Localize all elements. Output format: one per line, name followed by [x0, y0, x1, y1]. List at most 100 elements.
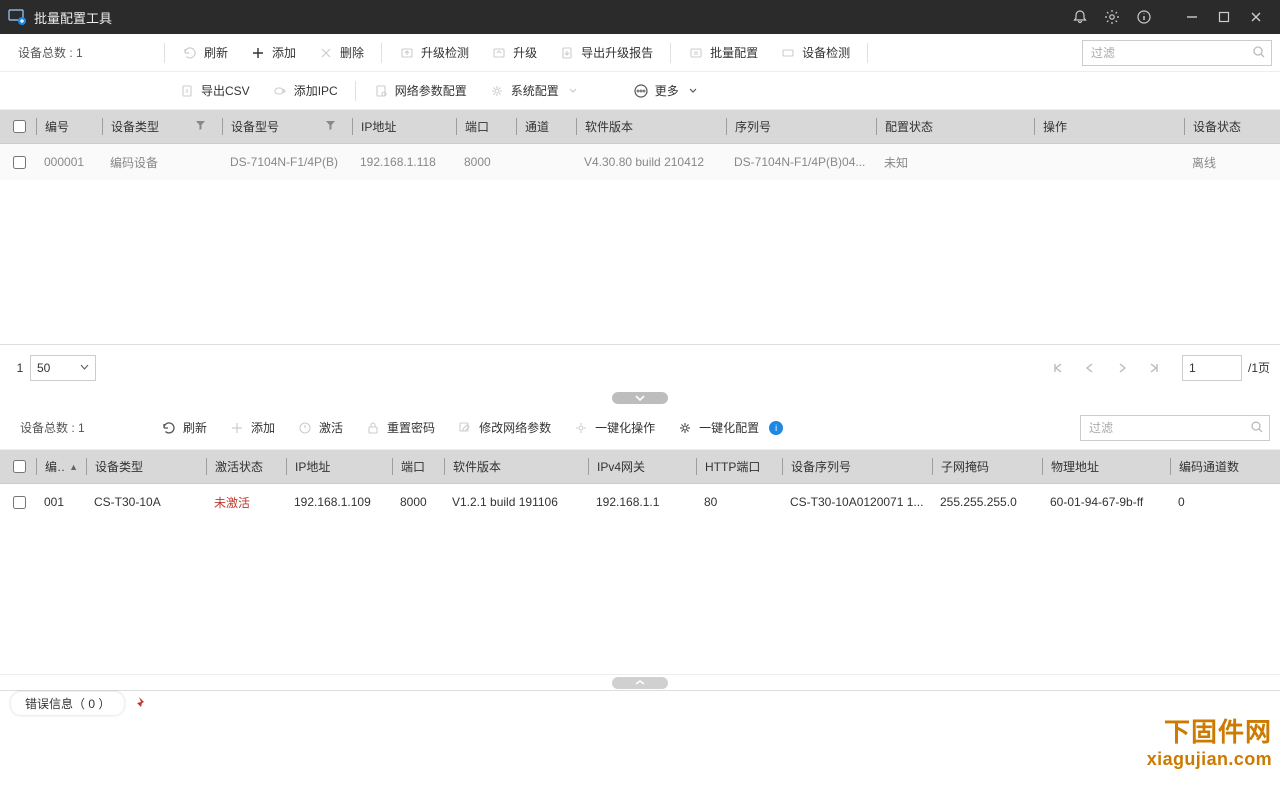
- col-channels[interactable]: 编码通道数: [1170, 458, 1239, 475]
- error-info-button[interactable]: 错误信息（ 0 ）: [10, 691, 125, 716]
- panel-splitter[interactable]: [0, 390, 1280, 406]
- cell-ip: 192.168.1.109: [282, 495, 388, 509]
- device-check-icon: [780, 45, 796, 61]
- col-mask[interactable]: 子网掩码: [932, 458, 989, 475]
- col-no[interactable]: 编号: [36, 118, 69, 135]
- chevron-down-icon: [565, 83, 581, 99]
- select-all-checkbox-bottom[interactable]: [6, 460, 32, 473]
- plus-icon: [229, 420, 245, 436]
- col-no[interactable]: 编号: [36, 458, 65, 475]
- refresh-button-bottom[interactable]: 刷新: [150, 412, 218, 444]
- activate-button[interactable]: 激活: [286, 412, 354, 444]
- device-check-button[interactable]: 设备检测: [769, 37, 861, 69]
- col-activation[interactable]: 激活状态: [206, 458, 263, 475]
- export-report-button[interactable]: 导出升级报告: [548, 37, 664, 69]
- col-model[interactable]: 设备型号: [222, 118, 279, 135]
- export-csv-button[interactable]: 导出CSV: [168, 75, 261, 107]
- net-param-button[interactable]: 网络参数配置: [362, 75, 478, 107]
- col-ip[interactable]: IP地址: [352, 118, 396, 135]
- cell-type: CS-T30-10A: [82, 495, 202, 509]
- filter-input-bottom[interactable]: [1080, 415, 1270, 441]
- top-grid-header: 编号 设备类型 设备型号 IP地址 端口 通道 软件版本 序列号 配置状态 操作…: [0, 110, 1280, 144]
- pager-first-button[interactable]: [1042, 355, 1074, 381]
- notifications-icon[interactable]: [1064, 0, 1096, 34]
- pager-next-button[interactable]: [1106, 355, 1138, 381]
- filter-icon[interactable]: [325, 120, 336, 134]
- settings-icon[interactable]: [1096, 0, 1128, 34]
- refresh-icon: [161, 420, 177, 436]
- col-port[interactable]: 端口: [392, 458, 425, 475]
- reset-password-button[interactable]: 重置密码: [354, 412, 446, 444]
- col-port[interactable]: 端口: [456, 118, 489, 135]
- col-status[interactable]: 设备状态: [1184, 118, 1241, 135]
- pager: 1 50 /1页: [0, 344, 1280, 390]
- bottom-grid-header: 编号▲ 设备类型 激活状态 IP地址 端口 软件版本 IPv4网关 HTTP端口…: [0, 450, 1280, 484]
- one-click-op-button[interactable]: 一键化操作: [562, 412, 666, 444]
- app-logo-icon: [8, 8, 26, 26]
- minimize-button[interactable]: [1176, 0, 1208, 34]
- delete-button[interactable]: 删除: [307, 37, 375, 69]
- table-row[interactable]: 000001 编码设备 DS-7104N-F1/4P(B) 192.168.1.…: [0, 144, 1280, 180]
- filter-input-top[interactable]: [1082, 40, 1272, 66]
- table-row[interactable]: 001 CS-T30-10A 未激活 192.168.1.109 8000 V1…: [0, 484, 1280, 520]
- reset-pwd-icon: [365, 420, 381, 436]
- refresh-icon: [182, 45, 198, 61]
- close-button[interactable]: [1240, 0, 1272, 34]
- edit-net-icon: [457, 420, 473, 436]
- add-button[interactable]: 添加: [239, 37, 307, 69]
- pager-last-button[interactable]: [1138, 355, 1170, 381]
- upgrade-button[interactable]: 升级: [480, 37, 548, 69]
- bottom-collapse-splitter[interactable]: [0, 674, 1280, 690]
- one-click-cfg-button[interactable]: 一键化配置i: [666, 412, 794, 444]
- cell-port: 8000: [452, 155, 512, 169]
- col-sw[interactable]: 软件版本: [576, 118, 633, 135]
- col-cfg[interactable]: 配置状态: [876, 118, 933, 135]
- edit-net-button[interactable]: 修改网络参数: [446, 412, 562, 444]
- cell-no: 001: [32, 495, 82, 509]
- col-type[interactable]: 设备类型: [102, 118, 159, 135]
- info-icon[interactable]: [1128, 0, 1160, 34]
- chevron-down-icon: [685, 83, 701, 99]
- col-ip[interactable]: IP地址: [286, 458, 330, 475]
- export-report-icon: [559, 45, 575, 61]
- col-op[interactable]: 操作: [1034, 118, 1067, 135]
- cell-mask: 255.255.255.0: [928, 495, 1038, 509]
- pin-icon[interactable]: [135, 696, 148, 712]
- sys-config-button[interactable]: 系统配置: [478, 75, 592, 107]
- refresh-button[interactable]: 刷新: [171, 37, 239, 69]
- col-http[interactable]: HTTP端口: [696, 458, 760, 475]
- add-button-bottom[interactable]: 添加: [218, 412, 286, 444]
- chevron-down-icon: [80, 361, 89, 375]
- title-bar: 批量配置工具: [0, 0, 1280, 34]
- top-toolbar-row1: 设备总数 : 1 刷新 添加 删除 升级检测 升级 导出升级报告 批量配置 设备…: [0, 34, 1280, 72]
- col-type[interactable]: 设备类型: [86, 458, 143, 475]
- filter-icon[interactable]: [195, 120, 206, 134]
- activate-icon: [297, 420, 313, 436]
- search-icon: [1250, 420, 1264, 437]
- top-grid-body: 000001 编码设备 DS-7104N-F1/4P(B) 192.168.1.…: [0, 144, 1280, 344]
- col-sw[interactable]: 软件版本: [444, 458, 501, 475]
- pager-goto-input[interactable]: [1182, 355, 1242, 381]
- bottom-grid-body: 001 CS-T30-10A 未激活 192.168.1.109 8000 V1…: [0, 484, 1280, 674]
- pager-total: /1页: [1248, 359, 1270, 376]
- maximize-button[interactable]: [1208, 0, 1240, 34]
- col-mac[interactable]: 物理地址: [1042, 458, 1099, 475]
- col-channel[interactable]: 通道: [516, 118, 549, 135]
- col-serial[interactable]: 序列号: [726, 118, 771, 135]
- select-all-checkbox[interactable]: [6, 120, 32, 133]
- batch-config-button[interactable]: 批量配置: [677, 37, 769, 69]
- col-serial[interactable]: 设备序列号: [782, 458, 851, 475]
- pagesize-select[interactable]: 50: [30, 355, 96, 381]
- cell-sw: V4.30.80 build 210412: [572, 155, 722, 169]
- upgrade-check-button[interactable]: 升级检测: [388, 37, 480, 69]
- cell-cfg: 未知: [872, 154, 1030, 171]
- pager-prev-button[interactable]: [1074, 355, 1106, 381]
- row-checkbox[interactable]: [6, 156, 32, 169]
- cell-port: 8000: [388, 495, 440, 509]
- bottom-toolbar: 设备总数 : 1 刷新 添加 激活 重置密码 修改网络参数 一键化操作 一键化配…: [0, 406, 1280, 450]
- col-gw[interactable]: IPv4网关: [588, 458, 645, 475]
- row-checkbox[interactable]: [6, 496, 32, 509]
- more-button[interactable]: 更多: [622, 75, 712, 107]
- gear-icon: [573, 420, 589, 436]
- add-ipc-button[interactable]: 添加IPC: [261, 75, 349, 107]
